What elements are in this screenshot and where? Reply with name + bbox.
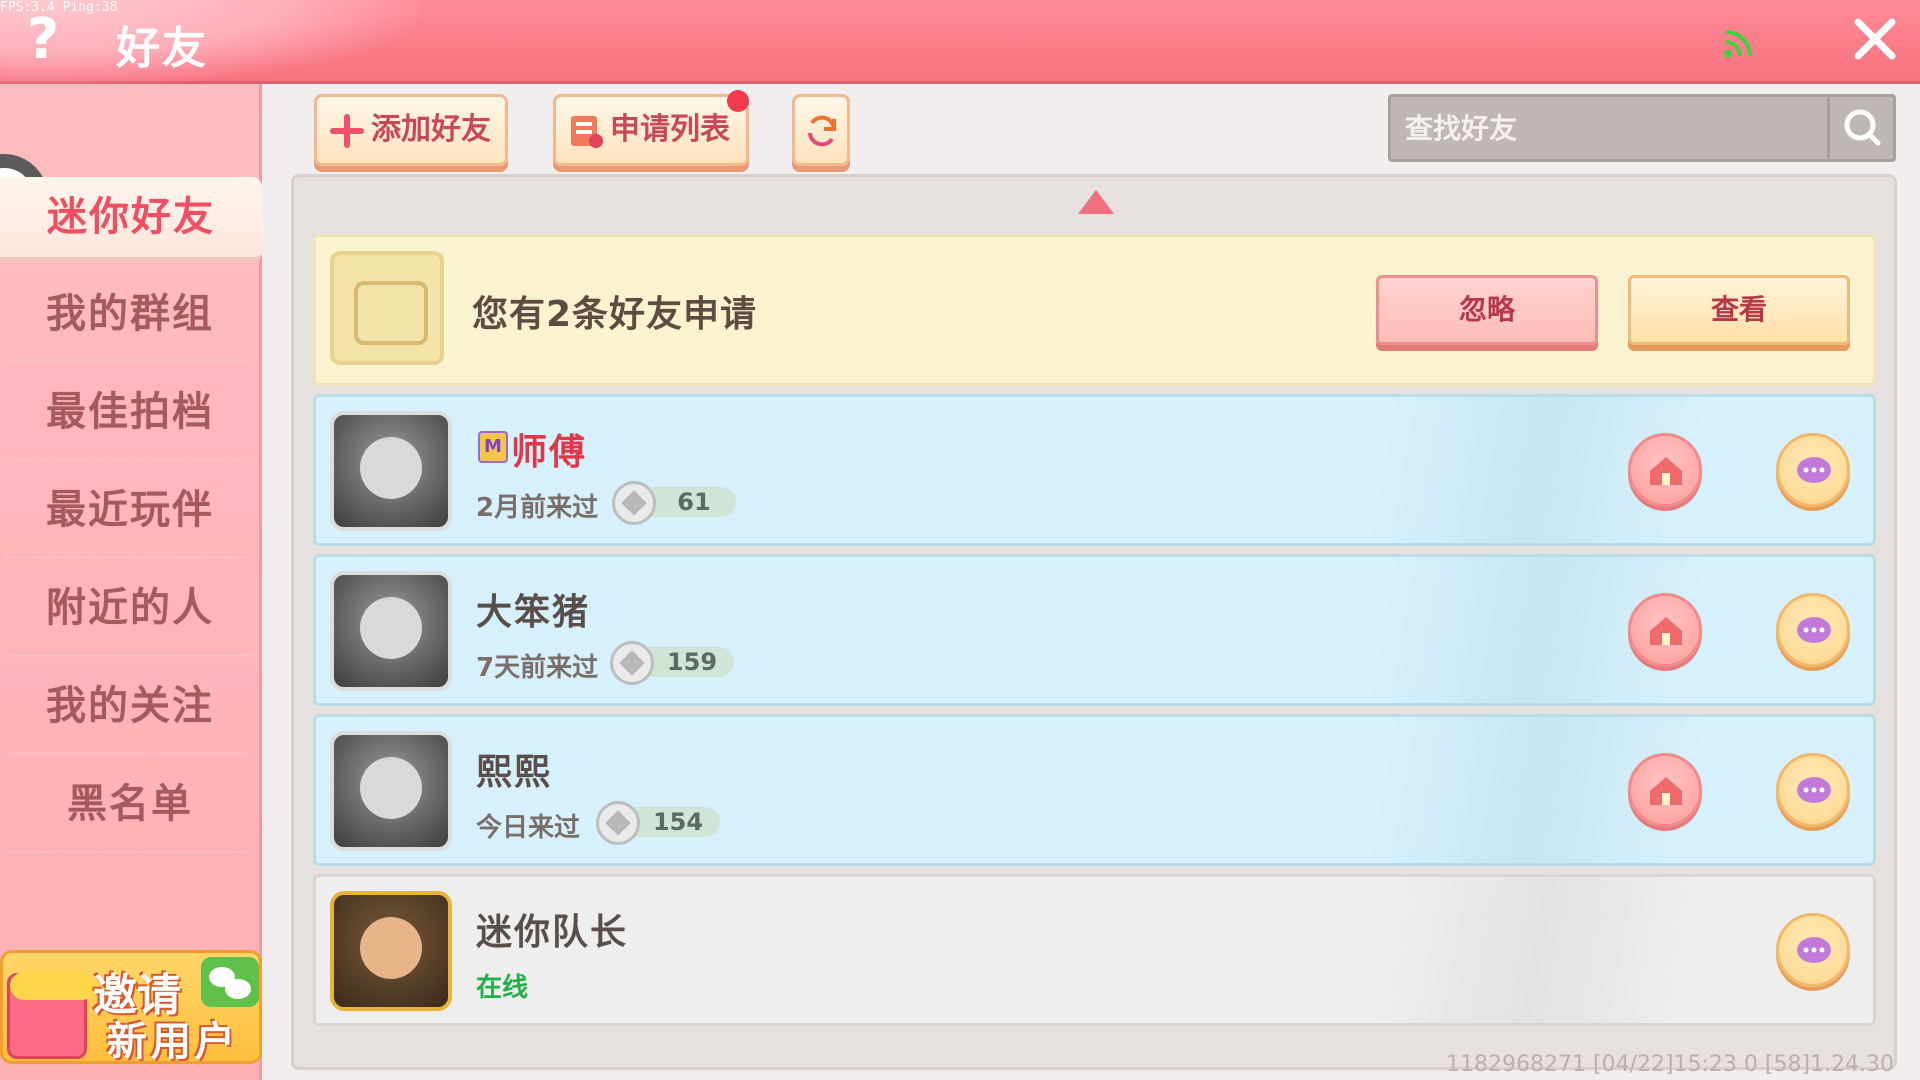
friend-row[interactable]: 大笨猪 7天前来过 159 [313, 554, 1876, 706]
search-input[interactable] [1391, 97, 1831, 159]
chat-button[interactable] [1776, 753, 1850, 827]
ignore-button[interactable]: 忽略 [1376, 275, 1598, 345]
wechat-icon [201, 957, 259, 1007]
friend-avatar[interactable] [330, 731, 452, 851]
notification-dot [727, 90, 749, 112]
footer-info: 1182968271 [04/22]15:23 0 [58]1.24.30 [1446, 1052, 1895, 1077]
friend-name: 熙熙 [476, 752, 553, 793]
master-badge-icon: M [478, 431, 508, 463]
question-icon[interactable]: ? [18, 10, 68, 70]
online-status: 在线 [476, 973, 529, 1003]
last-seen: 今日来过 [476, 813, 581, 843]
sidebar-item-best-partner[interactable]: 最佳拍档 [10, 364, 250, 460]
chat-bubble-icon [1797, 777, 1831, 803]
refresh-button[interactable] [792, 94, 850, 166]
signal-icon [1724, 30, 1752, 58]
refresh-icon [808, 115, 836, 147]
friend-avatar[interactable] [330, 411, 452, 531]
page-title: 好友 [116, 23, 208, 74]
chat-button[interactable] [1776, 433, 1850, 507]
chat-button[interactable] [1776, 593, 1850, 667]
add-friend-button[interactable]: 添加好友 [314, 94, 508, 166]
friend-name: 大笨猪 [476, 592, 591, 633]
scroll-up-arrow-icon[interactable] [1078, 190, 1114, 214]
request-list-label: 申请列表 [610, 112, 730, 147]
sidebar-item-my-groups[interactable]: 我的群组 [10, 266, 250, 362]
search-box [1388, 94, 1896, 162]
chat-button[interactable] [1776, 913, 1850, 987]
house-icon [1650, 777, 1682, 805]
request-list-button[interactable]: 申请列表 [553, 94, 749, 166]
search-icon [1844, 109, 1881, 146]
house-icon [1650, 457, 1682, 485]
gift-icon [7, 972, 96, 1059]
medal-icon [610, 641, 654, 685]
sidebar-item-following[interactable]: 我的关注 [10, 658, 250, 754]
chat-bubble-icon [1797, 617, 1831, 643]
chat-bubble-icon [1797, 937, 1831, 963]
visit-home-button[interactable] [1628, 433, 1702, 507]
friend-row[interactable]: M 师傅 2月前来过 61 [313, 394, 1876, 546]
sidebar-item-nearby[interactable]: 附近的人 [10, 560, 250, 656]
sidebar-item-blacklist[interactable]: 黑名单 [10, 756, 250, 852]
friend-row[interactable]: 迷你队长 在线 [313, 874, 1876, 1026]
request-box-icon [330, 251, 444, 365]
friend-avatar[interactable] [330, 891, 452, 1011]
sidebar-item-mini-friends[interactable]: 迷你好友 [0, 177, 262, 263]
friend-name: 师傅 [511, 432, 588, 473]
last-seen: 2月前来过 [476, 493, 599, 523]
friend-request-text: 您有2条好友申请 [472, 294, 758, 335]
chat-bubble-icon [1797, 457, 1831, 483]
friend-row[interactable]: 熙熙 今日来过 154 [313, 714, 1876, 866]
view-button[interactable]: 查看 [1628, 275, 1850, 345]
friend-avatar[interactable] [330, 571, 452, 691]
plus-icon [330, 114, 364, 148]
invite-label-line2: 新用户 [107, 1019, 239, 1064]
search-button[interactable] [1827, 97, 1893, 159]
sidebar-item-recent-players[interactable]: 最近玩伴 [10, 462, 250, 558]
add-friend-label: 添加好友 [371, 112, 491, 147]
visit-home-button[interactable] [1628, 753, 1702, 827]
list-icon [571, 116, 603, 148]
friend-request-card: 您有2条好友申请 忽略 查看 [313, 234, 1876, 386]
medal-icon [612, 481, 656, 525]
friend-name: 迷你队长 [476, 912, 629, 953]
last-seen: 7天前来过 [476, 653, 599, 683]
medal-icon [596, 801, 640, 845]
house-icon [1650, 617, 1682, 645]
visit-home-button[interactable] [1628, 593, 1702, 667]
invite-new-user-button[interactable]: 邀请 新用户 [0, 950, 262, 1064]
top-bar: FPS:3.4 Ping:38 ? 好友 [0, 0, 1920, 84]
close-icon[interactable] [1850, 14, 1900, 64]
